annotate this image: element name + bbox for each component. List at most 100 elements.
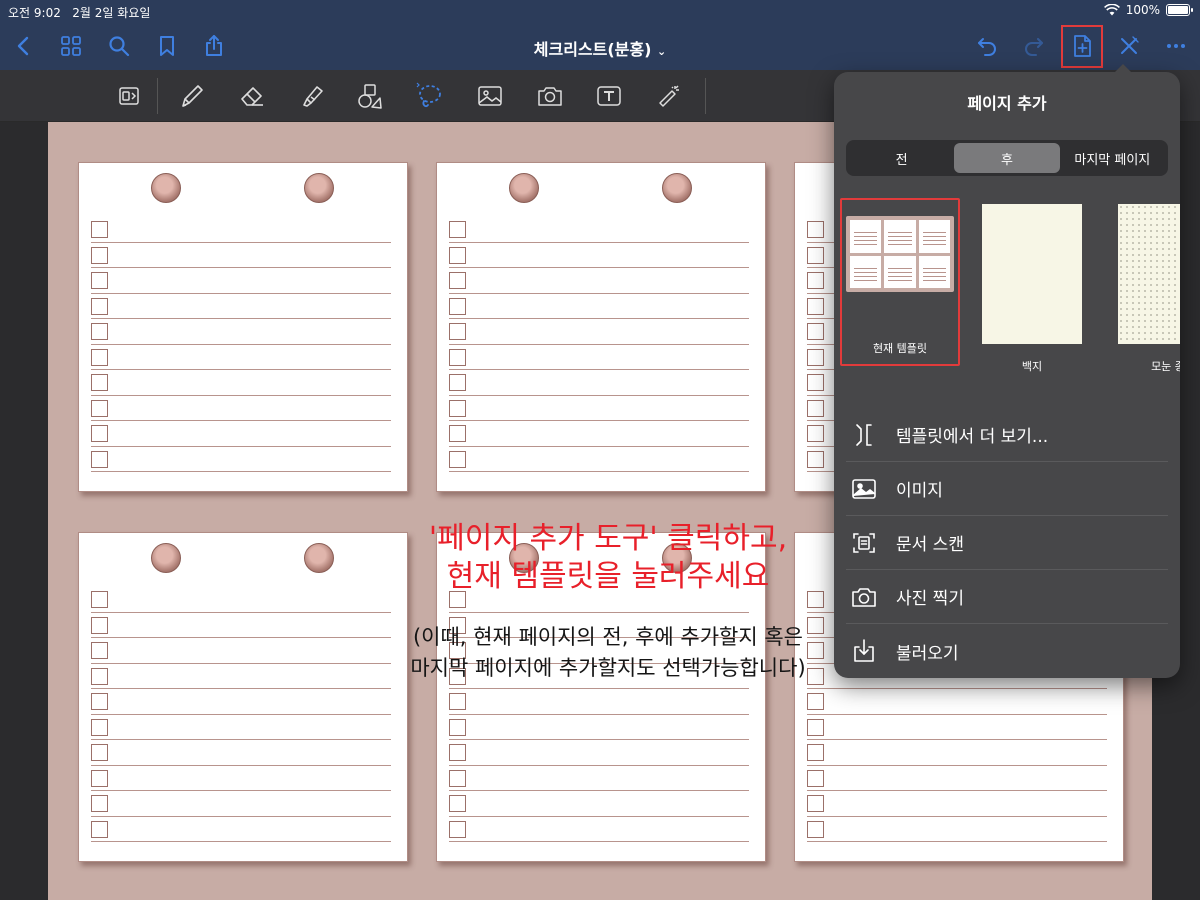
checkbox [91, 425, 108, 442]
checklist-row [807, 817, 1107, 842]
image-icon[interactable] [473, 80, 507, 112]
checklist-row [91, 638, 391, 664]
status-time-date: 오전 9:02 2월 2일 화요일 [8, 6, 151, 20]
checkbox [91, 323, 108, 340]
pushpin-icon [151, 543, 181, 573]
template-bracket-icon [848, 419, 880, 451]
pushpin-icon [509, 173, 539, 203]
highlighter-icon[interactable] [295, 80, 329, 112]
checkbox [449, 795, 466, 812]
checklist-row [449, 370, 749, 396]
checklist-row [91, 587, 391, 613]
checkbox [807, 693, 824, 710]
checklist-row [807, 689, 1107, 715]
segment-after[interactable]: 후 [954, 143, 1060, 173]
checklist-row [91, 421, 391, 447]
redo-icon[interactable] [1020, 32, 1048, 60]
pushpin-icon [304, 543, 334, 573]
checkbox [449, 820, 466, 838]
checklist-row [91, 689, 391, 715]
checkbox [807, 820, 824, 838]
battery-icon [1166, 4, 1193, 16]
checklist-row [91, 345, 391, 370]
insert-position-segmented-control: 전 후 마지막 페이지 [846, 140, 1168, 176]
checkbox [449, 374, 466, 391]
checklist-row [449, 766, 749, 791]
checklist-row [91, 447, 391, 472]
checkbox [91, 820, 108, 838]
template-carousel: 현재 템플릿 백지 모눈 종 [834, 198, 1180, 394]
checkbox [449, 323, 466, 340]
thumbnails-grid-icon[interactable] [57, 32, 85, 60]
menu-take-photo[interactable]: 사진 찍기 [846, 570, 1168, 624]
checkbox [449, 450, 466, 468]
wifi-icon [1103, 4, 1120, 16]
checklist-card [78, 162, 408, 492]
checklist-row [91, 294, 391, 319]
segment-last-page[interactable]: 마지막 페이지 [1060, 143, 1165, 173]
checkbox [91, 667, 108, 685]
checkbox [807, 718, 824, 736]
shapes-icon[interactable] [353, 80, 387, 112]
checkbox [91, 744, 108, 761]
laser-pointer-icon[interactable] [652, 80, 686, 112]
checklist-row [449, 396, 749, 421]
pushpin-icon [304, 173, 334, 203]
eraser-icon[interactable] [235, 80, 269, 112]
checkbox [807, 246, 824, 264]
checkbox [91, 642, 108, 659]
checklist-row [91, 817, 391, 842]
checklist-row [91, 217, 391, 243]
checklist-row [449, 345, 749, 370]
close-pen-icon[interactable] [1115, 32, 1143, 60]
checkbox [449, 297, 466, 315]
checklist-row [91, 396, 391, 421]
checkbox [91, 769, 108, 787]
back-chevron-icon[interactable] [10, 32, 38, 60]
checklist-row [449, 740, 749, 766]
checkbox [449, 718, 466, 736]
instruction-title: '페이지 추가 도구' 클릭하고, 현재 템플릿을 눌러주세요 [428, 521, 788, 594]
checklist-row [91, 791, 391, 817]
checkbox [449, 744, 466, 761]
menu-image[interactable]: 이미지 [846, 462, 1168, 516]
checkbox [807, 323, 824, 340]
template-current[interactable]: 현재 템플릿 [840, 198, 960, 366]
share-icon[interactable] [200, 32, 228, 60]
document-title[interactable]: 체크리스트(분홍) ⌄ [534, 40, 666, 59]
checkbox [807, 769, 824, 787]
add-page-icon[interactable] [1068, 32, 1096, 60]
checkbox [807, 744, 824, 761]
undo-icon[interactable] [973, 32, 1001, 60]
template-grid-preview [1118, 204, 1180, 344]
menu-more-templates[interactable]: 템플릿에서 더 보기... [846, 408, 1168, 462]
battery-percent: 100% [1125, 3, 1160, 17]
image-icon [848, 473, 880, 505]
checklist-row [91, 613, 391, 638]
search-icon[interactable] [105, 32, 133, 60]
template-current-preview [846, 216, 954, 292]
camera-icon[interactable] [533, 80, 567, 112]
pen-icon[interactable] [175, 80, 209, 112]
checkbox [807, 221, 824, 238]
checkbox [449, 272, 466, 289]
segment-before[interactable]: 전 [849, 143, 954, 173]
checkbox [91, 246, 108, 264]
read-mode-icon[interactable] [112, 80, 146, 112]
text-box-icon[interactable] [592, 80, 626, 112]
menu-import[interactable]: 불러오기 [846, 624, 1168, 678]
more-icon[interactable] [1162, 32, 1190, 60]
menu-document-scan[interactable]: 문서 스캔 [846, 516, 1168, 570]
checklist-row [449, 319, 749, 345]
checkbox [807, 795, 824, 812]
checklist-row [449, 447, 749, 472]
chevron-down-icon: ⌄ [657, 45, 667, 58]
bookmark-icon[interactable] [153, 32, 181, 60]
checkbox [807, 297, 824, 315]
checkbox [449, 221, 466, 238]
template-current-label: 현재 템플릿 [872, 342, 928, 355]
checklist-row [807, 715, 1107, 740]
checkbox [807, 425, 824, 442]
import-icon [848, 635, 880, 667]
lasso-icon[interactable] [412, 80, 446, 112]
